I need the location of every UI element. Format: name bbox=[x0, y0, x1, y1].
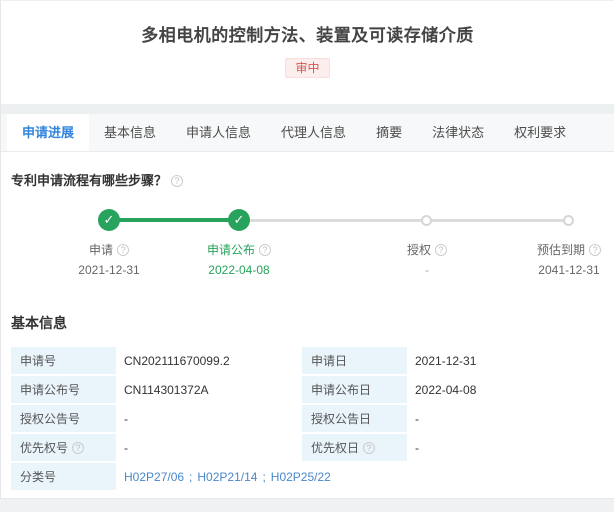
row-value: CN202111670099.2 bbox=[116, 347, 302, 374]
step-date: - bbox=[357, 263, 497, 277]
separator: ; bbox=[189, 470, 192, 484]
table-row: 申请号 CN202111670099.2 申请日 2021-12-31 bbox=[11, 347, 605, 374]
basic-info-heading: 基本信息 bbox=[11, 313, 614, 333]
row-value: CN114301372A bbox=[116, 376, 302, 403]
connector-pending-1 bbox=[239, 219, 427, 222]
card-bottom-padding bbox=[0, 490, 614, 498]
table-row: 申请公布号 CN114301372A 申请公布日 2022-04-08 bbox=[11, 376, 605, 403]
step-name: 授权? bbox=[357, 241, 497, 258]
table-row: 分类号 H02P27/06; H02P21/14; H02P25/22 bbox=[11, 463, 605, 490]
row-label: 授权公告号 bbox=[11, 405, 116, 432]
step-check-icon: ✓ bbox=[228, 209, 250, 231]
step-circle-icon bbox=[421, 215, 432, 226]
row-label: 授权公告日 bbox=[302, 405, 407, 432]
row-label: 优先权日? bbox=[302, 434, 407, 461]
section-divider bbox=[0, 104, 614, 114]
tab-legal-status[interactable]: 法律状态 bbox=[424, 114, 492, 151]
patent-detail-page: 多相电机的控制方法、装置及可读存储介质 审中 申请进展 基本信息 申请人信息 代… bbox=[0, 0, 614, 512]
basic-info-table: 申请号 CN202111670099.2 申请日 2021-12-31 申请公布… bbox=[11, 345, 605, 492]
progress-stepper: ✓ ✓ 申请? 2021-12-31 申请公布? 2022-04-08 授权? … bbox=[1, 199, 614, 291]
row-value: - bbox=[116, 405, 302, 432]
process-heading: 专利申请流程有哪些步骤？? bbox=[11, 170, 614, 189]
tab-applicant-info[interactable]: 申请人信息 bbox=[178, 114, 259, 151]
row-value: - bbox=[116, 434, 302, 461]
help-icon[interactable]: ? bbox=[259, 244, 271, 256]
row-label: 优先权号? bbox=[11, 434, 116, 461]
step-circle-icon bbox=[563, 215, 574, 226]
page-background bbox=[0, 498, 614, 512]
tab-basic-info[interactable]: 基本信息 bbox=[96, 114, 164, 151]
step-date: 2041-12-31 bbox=[499, 263, 614, 277]
step-name: 申请? bbox=[39, 241, 179, 258]
row-value: - bbox=[407, 405, 605, 432]
help-icon[interactable]: ? bbox=[171, 175, 183, 187]
row-label: 申请日 bbox=[302, 347, 407, 374]
row-value: 2022-04-08 bbox=[407, 376, 605, 403]
tab-agent-info[interactable]: 代理人信息 bbox=[273, 114, 354, 151]
row-label: 申请公布日 bbox=[302, 376, 407, 403]
row-value: - bbox=[407, 434, 605, 461]
step-name: 预估到期? bbox=[499, 241, 614, 258]
page-title: 多相电机的控制方法、装置及可读存储介质 bbox=[1, 21, 614, 46]
help-icon[interactable]: ? bbox=[117, 244, 129, 256]
connector-pending-2 bbox=[427, 219, 569, 222]
row-value: 2021-12-31 bbox=[407, 347, 605, 374]
classification-link[interactable]: H02P27/06 bbox=[124, 470, 184, 484]
process-heading-text: 专利申请流程有哪些步骤？ bbox=[11, 173, 167, 188]
row-label: 分类号 bbox=[11, 463, 116, 490]
step-name: 申请公布? bbox=[169, 241, 309, 258]
patent-header: 多相电机的控制方法、装置及可读存储介质 审中 bbox=[0, 0, 614, 104]
step-estimated-expiry: 预估到期? 2041-12-31 bbox=[499, 241, 614, 277]
step-date: 2021-12-31 bbox=[39, 263, 179, 277]
step-application: 申请? 2021-12-31 bbox=[39, 241, 179, 277]
classification-link[interactable]: H02P21/14 bbox=[197, 470, 257, 484]
tab-bar: 申请进展 基本信息 申请人信息 代理人信息 摘要 法律状态 权利要求 bbox=[0, 114, 614, 152]
step-publication: 申请公布? 2022-04-08 bbox=[169, 241, 309, 277]
status-badge: 审中 bbox=[285, 58, 329, 78]
table-row: 优先权号? - 优先权日? - bbox=[11, 434, 605, 461]
help-icon[interactable]: ? bbox=[72, 442, 84, 454]
classification-cell: H02P27/06; H02P21/14; H02P25/22 bbox=[116, 463, 605, 490]
table-row: 授权公告号 - 授权公告日 - bbox=[11, 405, 605, 432]
tab-claims[interactable]: 权利要求 bbox=[506, 114, 574, 151]
step-date: 2022-04-08 bbox=[169, 263, 309, 277]
help-icon[interactable]: ? bbox=[435, 244, 447, 256]
help-icon[interactable]: ? bbox=[589, 244, 601, 256]
tab-abstract[interactable]: 摘要 bbox=[368, 114, 410, 151]
row-label: 申请公布号 bbox=[11, 376, 116, 403]
step-grant: 授权? - bbox=[357, 241, 497, 277]
step-check-icon: ✓ bbox=[98, 209, 120, 231]
connector-done bbox=[109, 218, 239, 222]
tab-content: 专利申请流程有哪些步骤？? ✓ ✓ 申请? 2021-12-31 申请公布? 2… bbox=[0, 152, 614, 490]
help-icon[interactable]: ? bbox=[363, 442, 375, 454]
tab-application-progress[interactable]: 申请进展 bbox=[7, 114, 89, 151]
separator: ; bbox=[262, 470, 265, 484]
classification-link[interactable]: H02P25/22 bbox=[271, 470, 331, 484]
row-label: 申请号 bbox=[11, 347, 116, 374]
